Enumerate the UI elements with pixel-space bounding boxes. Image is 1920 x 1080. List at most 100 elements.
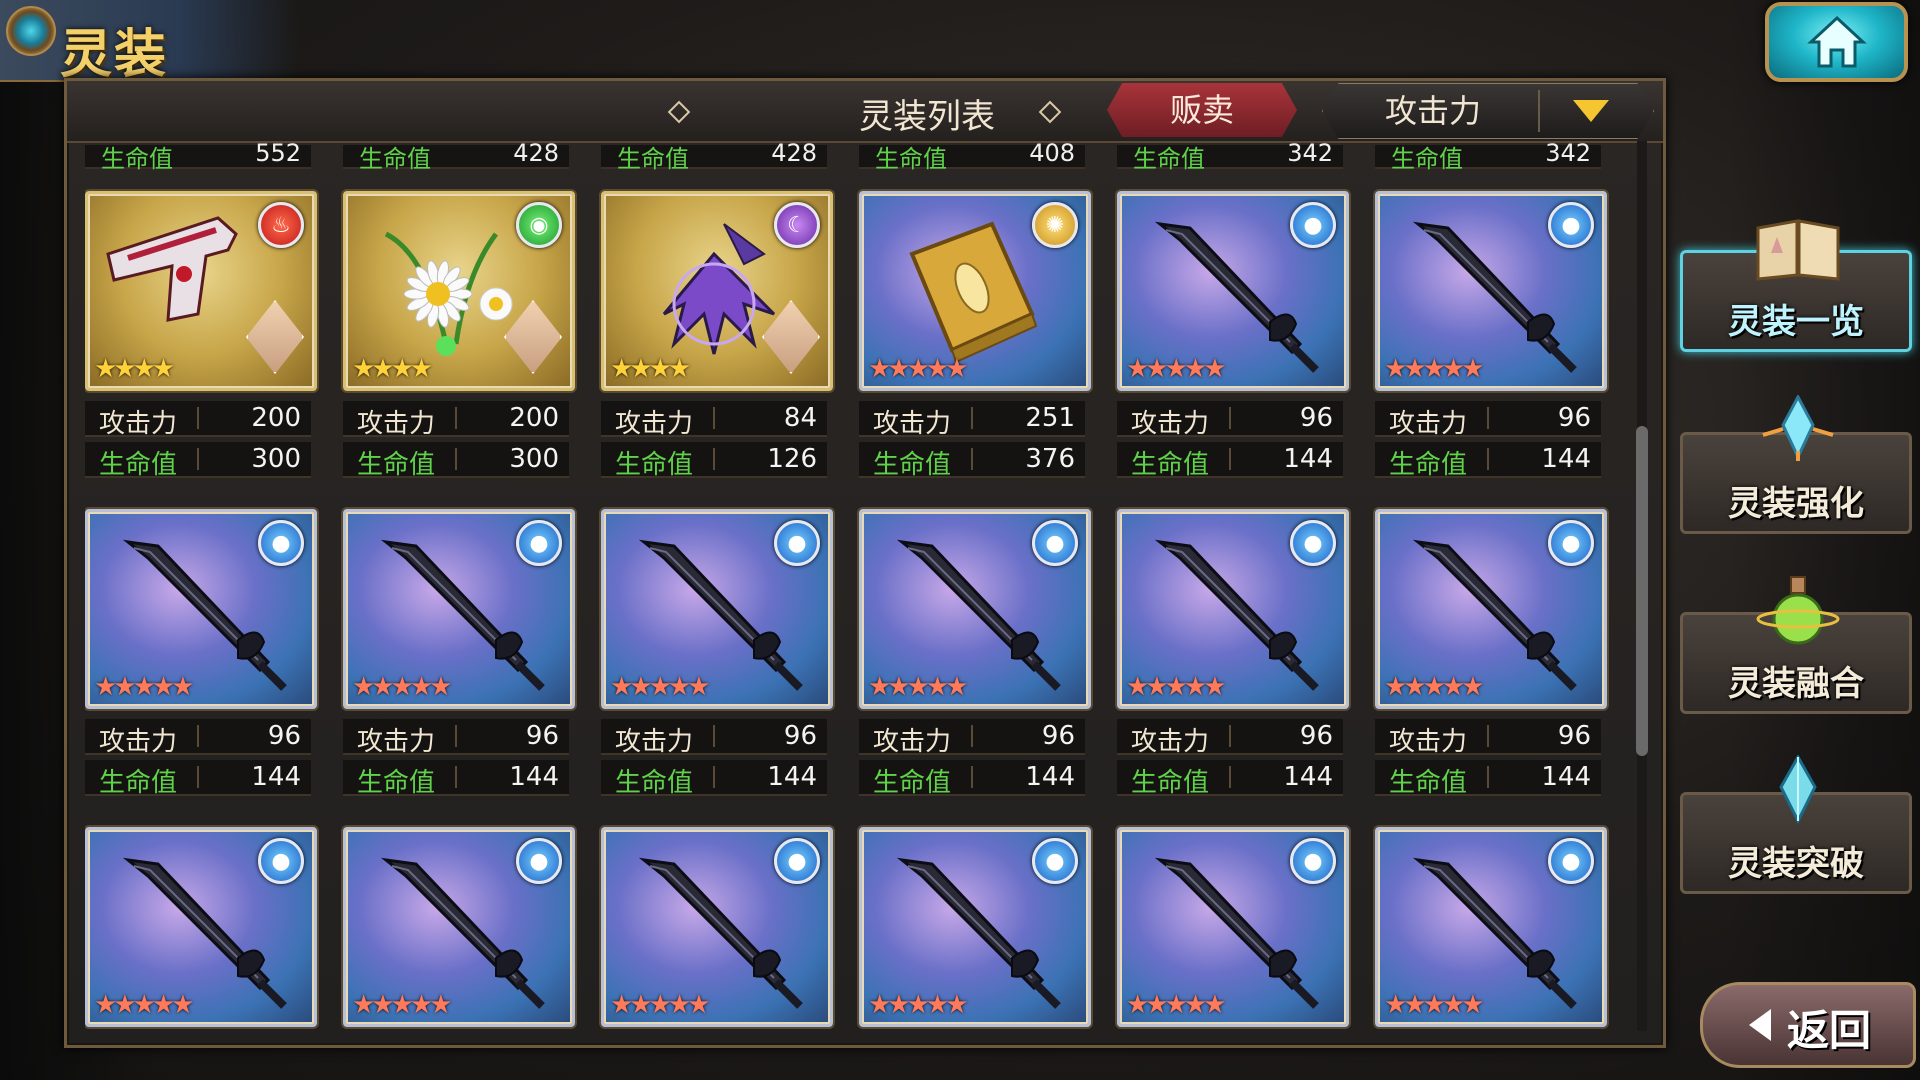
hp-label: 生命值 xyxy=(101,145,173,173)
attack-value: 96 xyxy=(1557,403,1591,433)
stat-divider xyxy=(713,766,715,788)
scrollbar-thumb[interactable] xyxy=(1636,426,1648,756)
rarity-stars: ★★★★★ xyxy=(868,354,969,384)
hp-label: 生命值 xyxy=(1389,450,1468,480)
attribute-fire-icon: ♨ xyxy=(258,202,304,248)
side-menu-breakthrough-button[interactable]: 灵装突破 xyxy=(1680,753,1912,894)
stat-divider xyxy=(971,448,973,470)
equipment-grid: 生命值 552 生命值 428 生命值 428 生命值 408 生命值 342 生命值 342 ♨ ★★… xyxy=(85,143,1615,1035)
attack-label: 攻击力 xyxy=(873,409,952,439)
hp-value: 428 xyxy=(771,143,817,167)
stat-divider xyxy=(197,766,199,788)
attack-label: 攻击力 xyxy=(1389,727,1468,757)
hp-value: 144 xyxy=(509,762,559,792)
sort-dropdown[interactable]: 攻击力 xyxy=(1322,83,1654,139)
attribute-water-icon: ● xyxy=(258,520,304,566)
equipment-card-sword[interactable]: ● ★★★★★ xyxy=(859,509,1091,709)
dropdown-arrow-icon[interactable] xyxy=(1573,100,1609,122)
stat-divider xyxy=(1229,407,1231,429)
hp-label: 生命值 xyxy=(1131,450,1210,480)
attack-label: 攻击力 xyxy=(615,727,694,757)
attribute-water-icon: ● xyxy=(1032,838,1078,884)
screen-title: 灵装 xyxy=(60,24,169,85)
hp-label: 生命值 xyxy=(99,768,178,798)
attribute-light-icon: ✺ xyxy=(1032,202,1078,248)
equipment-card-sword[interactable]: ● ★★★★★ xyxy=(343,509,575,709)
attribute-water-icon: ● xyxy=(258,838,304,884)
side-menu-label: 灵装强化 xyxy=(1728,484,1864,524)
hp-value: 144 xyxy=(1541,444,1591,474)
attack-value: 200 xyxy=(509,403,559,433)
equipment-card-sword[interactable]: ● ★★★★★ xyxy=(1117,827,1349,1027)
hp-label: 生命值 xyxy=(1391,145,1463,173)
attack-label: 攻击力 xyxy=(615,409,694,439)
rarity-stars: ★★★★★ xyxy=(352,672,453,702)
attribute-water-icon: ● xyxy=(516,838,562,884)
rarity-stars: ★★★★★ xyxy=(352,990,453,1020)
hp-value: 300 xyxy=(509,444,559,474)
stat-divider xyxy=(1487,766,1489,788)
partial-stat-cell: 生命值 428 xyxy=(601,143,827,173)
stat-divider xyxy=(1487,407,1489,429)
home-button[interactable] xyxy=(1765,2,1908,82)
equipment-card-book[interactable]: ✺ ★★★★★ xyxy=(859,191,1091,391)
attack-value: 96 xyxy=(1299,403,1333,433)
attack-stat-row: 攻击力 200 xyxy=(343,401,569,439)
side-menu-enhance-button[interactable]: 灵装强化 xyxy=(1680,393,1912,534)
attribute-water-icon: ● xyxy=(1548,202,1594,248)
attribute-water-icon: ● xyxy=(1290,202,1336,248)
hp-label: 生命值 xyxy=(1131,768,1210,798)
rarity-stars: ★★★★★ xyxy=(868,990,969,1020)
equipment-card-sword[interactable]: ● ★★★★★ xyxy=(1375,827,1607,1027)
header-diamond-left-icon xyxy=(667,100,691,124)
side-menu-fusion-button[interactable]: 灵装融合 xyxy=(1680,576,1912,714)
equipment-card-sword[interactable]: ● ★★★★★ xyxy=(1117,509,1349,709)
hp-stat-row: 生命值 126 xyxy=(601,442,827,480)
equipment-card-sword[interactable]: ● ★★★★★ xyxy=(1375,509,1607,709)
sort-selected-value: 攻击力 xyxy=(1384,92,1481,130)
attack-stat-row: 攻击力 200 xyxy=(85,401,311,439)
attribute-water-icon: ● xyxy=(1548,838,1594,884)
attack-stat-row: 攻击力 96 xyxy=(601,719,827,757)
stat-divider xyxy=(971,725,973,747)
attack-value: 96 xyxy=(267,721,301,751)
attribute-water-icon: ● xyxy=(1290,838,1336,884)
equipment-card-gun[interactable]: ♨ ★★★★ xyxy=(85,191,317,391)
equipment-card-sword[interactable]: ● ★★★★★ xyxy=(85,827,317,1027)
sell-button[interactable]: 贩卖 xyxy=(1107,83,1297,137)
stat-divider xyxy=(455,407,457,429)
hp-value: 342 xyxy=(1287,143,1333,167)
hp-stat-row: 生命值 300 xyxy=(85,442,311,480)
attack-value: 84 xyxy=(783,403,817,433)
back-button[interactable]: 返回 xyxy=(1700,982,1916,1068)
attack-label: 攻击力 xyxy=(357,409,436,439)
stat-divider xyxy=(1487,725,1489,747)
equipment-card-daisy[interactable]: ◉ ★★★★ xyxy=(343,191,575,391)
side-menu-list-button[interactable]: 灵装一览 xyxy=(1680,219,1912,352)
equipment-card-sword[interactable]: ● ★★★★★ xyxy=(85,509,317,709)
equipment-card-sword[interactable]: ● ★★★★★ xyxy=(1375,191,1607,391)
equipment-card-sword[interactable]: ● ★★★★★ xyxy=(343,827,575,1027)
stat-divider xyxy=(455,448,457,470)
rarity-stars: ★★★★ xyxy=(610,354,691,384)
rarity-stars: ★★★★★ xyxy=(1384,990,1485,1020)
crystal-burst-icon xyxy=(1753,393,1843,469)
home-icon xyxy=(1807,15,1867,68)
equipment-card-sword[interactable]: ● ★★★★★ xyxy=(601,827,833,1027)
attack-stat-row: 攻击力 96 xyxy=(1117,719,1343,757)
equipment-card-sword[interactable]: ● ★★★★★ xyxy=(1117,191,1349,391)
equipment-card-wings[interactable]: ☾ ★★★★ xyxy=(601,191,833,391)
stat-divider xyxy=(713,448,715,470)
equipment-card-sword[interactable]: ● ★★★★★ xyxy=(859,827,1091,1027)
partial-stat-cell: 生命值 408 xyxy=(859,143,1085,173)
partial-stat-cell: 生命值 342 xyxy=(1117,143,1343,173)
partial-stat-cell: 生命值 342 xyxy=(1375,143,1601,173)
hp-value: 342 xyxy=(1545,143,1591,167)
hp-stat-row: 生命值 144 xyxy=(601,760,827,798)
stat-divider xyxy=(455,725,457,747)
hp-label: 生命值 xyxy=(1133,145,1205,173)
equipment-card-sword[interactable]: ● ★★★★★ xyxy=(601,509,833,709)
attack-value: 200 xyxy=(251,403,301,433)
attribute-wind-icon: ◉ xyxy=(516,202,562,248)
hp-stat-row: 生命值 144 xyxy=(1375,760,1601,798)
